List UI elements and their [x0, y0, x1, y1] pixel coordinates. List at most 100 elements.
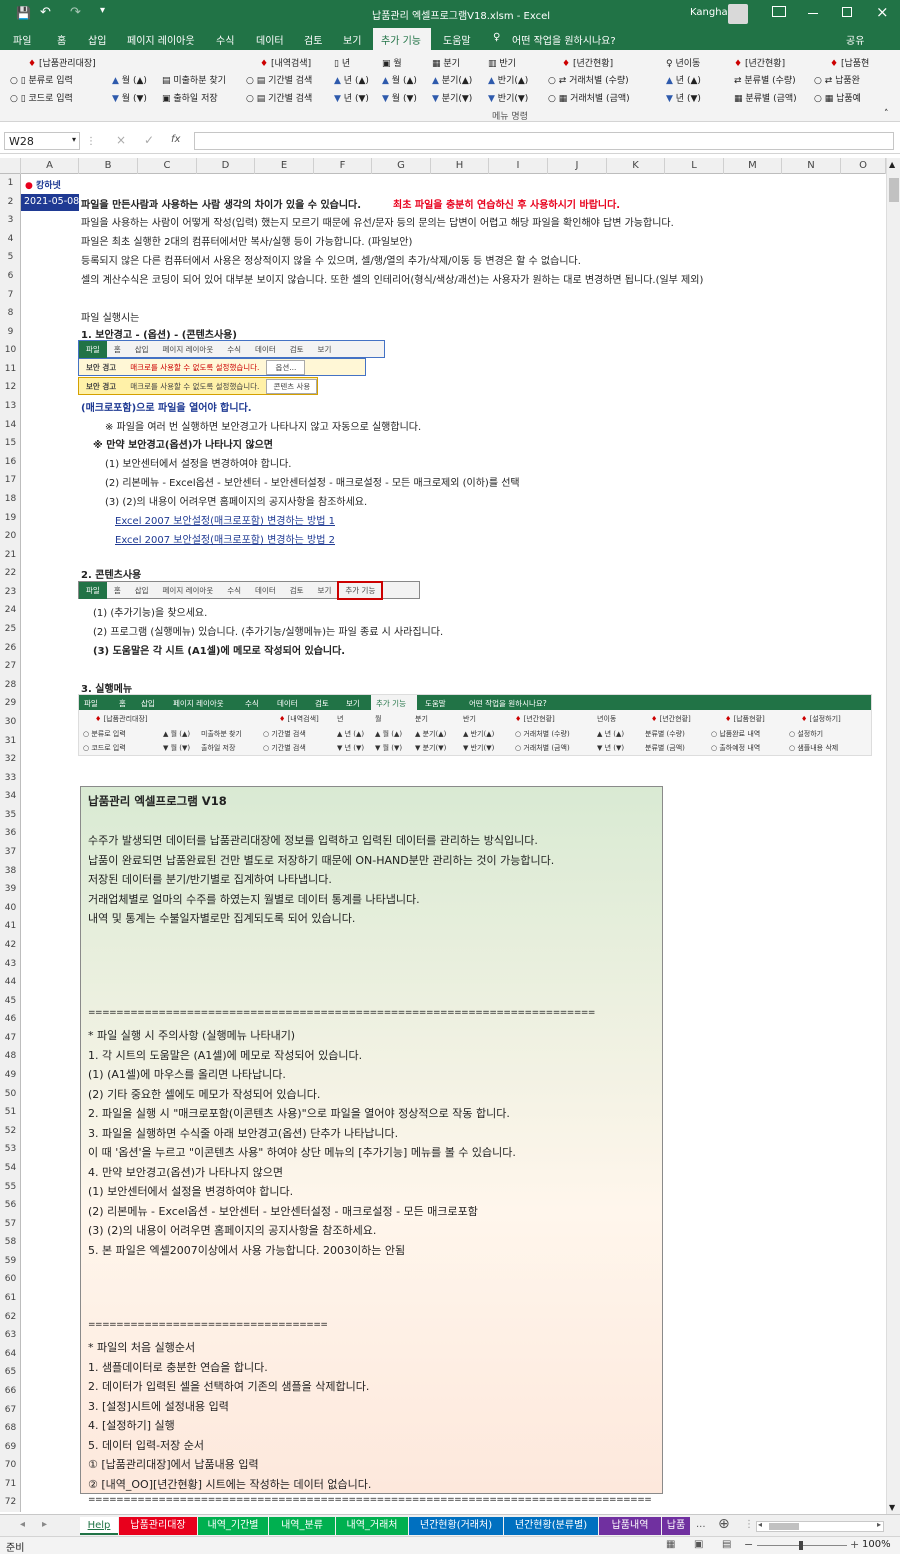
ribbon-button[interactable]: ▼ 분기(▼) — [432, 91, 472, 104]
ribbon-button[interactable]: ▼ 월 (▼) — [112, 91, 147, 104]
row-header[interactable]: 44 — [0, 973, 21, 992]
tab-view[interactable]: 보기 — [343, 32, 361, 47]
column-header[interactable]: D — [197, 158, 255, 174]
column-header[interactable]: C — [138, 158, 197, 174]
row-header[interactable]: 41 — [0, 917, 21, 936]
row-header[interactable]: 61 — [0, 1289, 21, 1308]
row-header[interactable]: 43 — [0, 955, 21, 974]
row-header[interactable]: 27 — [0, 657, 21, 676]
row-header[interactable]: 60 — [0, 1270, 21, 1289]
row-header[interactable]: 5 — [0, 248, 21, 267]
row-header[interactable]: 23 — [0, 583, 21, 602]
row-header[interactable]: 70 — [0, 1456, 21, 1475]
row-header[interactable]: 20 — [0, 527, 21, 546]
row-header[interactable]: 53 — [0, 1140, 21, 1159]
ribbon-button[interactable]: ▲ 년 (▲) — [334, 73, 369, 86]
row-header[interactable]: 22 — [0, 564, 21, 583]
row-header[interactable]: 14 — [0, 416, 21, 435]
row-header[interactable]: 67 — [0, 1401, 21, 1420]
row-header[interactable]: 21 — [0, 546, 21, 565]
row-header[interactable]: 40 — [0, 899, 21, 918]
tab-home[interactable]: 홈 — [57, 32, 66, 47]
row-header[interactable]: 45 — [0, 992, 21, 1011]
ribbon-button[interactable]: ⇄ 분류별 (수량) — [734, 73, 796, 86]
split-handle-icon[interactable]: ⋮ — [744, 1519, 754, 1530]
row-header[interactable]: 13 — [0, 397, 21, 416]
page-layout-view-icon[interactable]: ▣ — [694, 1539, 703, 1550]
column-header[interactable]: F — [314, 158, 372, 174]
row-header[interactable]: 66 — [0, 1382, 21, 1401]
ribbon-button[interactable]: ▲ 월 (▲) — [112, 73, 147, 86]
column-header[interactable]: M — [724, 158, 782, 174]
zoom-out-icon[interactable]: − — [744, 1538, 753, 1551]
tab-formulas[interactable]: 수식 — [216, 32, 234, 47]
row-header[interactable]: 31 — [0, 732, 21, 751]
tab-help[interactable]: 도움말 — [443, 32, 471, 47]
row-header[interactable]: 15 — [0, 434, 21, 453]
ribbon-button[interactable]: ○ ▤ 기간별 검색 — [246, 91, 312, 104]
row-header[interactable]: 1 — [0, 174, 21, 193]
date-cell[interactable]: 2021-05-08 — [21, 194, 79, 211]
row-header[interactable]: 51 — [0, 1103, 21, 1122]
row-header[interactable]: 35 — [0, 806, 21, 825]
row-header[interactable]: 37 — [0, 843, 21, 862]
minimize-icon[interactable] — [808, 13, 818, 14]
tab-page-layout[interactable]: 페이지 레이아웃 — [127, 32, 195, 47]
more-tabs-icon[interactable]: ... — [696, 1519, 706, 1530]
ribbon-button[interactable]: ▲ 월 (▲) — [382, 73, 417, 86]
share-button[interactable]: 공유 — [846, 32, 864, 47]
scroll-right-icon[interactable]: ▸ — [877, 1520, 881, 1529]
tab-file[interactable]: 파일 — [13, 32, 31, 47]
ribbon-button[interactable]: ▲ 년 (▲) — [666, 73, 701, 86]
column-header[interactable]: G — [372, 158, 431, 174]
help-link-2[interactable]: Excel 2007 보안설정(매크로포함) 변경하는 방법 2 — [115, 531, 335, 546]
enter-icon[interactable]: ✓ — [144, 133, 154, 147]
normal-view-icon[interactable]: ▦ — [666, 1539, 675, 1550]
column-header[interactable]: O — [841, 158, 886, 174]
row-header[interactable]: 48 — [0, 1047, 21, 1066]
horizontal-scrollbar[interactable]: ◂ ▸ — [756, 1520, 884, 1532]
row-header[interactable]: 47 — [0, 1029, 21, 1048]
sheet-tab-more[interactable]: 납품 — [662, 1517, 690, 1535]
sheet-tab-client[interactable]: 내역_거래처 — [336, 1517, 408, 1535]
row-header[interactable]: 17 — [0, 471, 21, 490]
sheet-tab-annual-category[interactable]: 년간현황(분류별) — [504, 1517, 598, 1535]
ribbon-display-icon[interactable] — [772, 6, 786, 17]
ribbon-button[interactable]: ○ ⇄ 납품완 — [814, 73, 860, 86]
column-header[interactable]: L — [665, 158, 724, 174]
row-header[interactable]: 11 — [0, 360, 21, 379]
row-header[interactable]: 65 — [0, 1363, 21, 1382]
column-header[interactable]: E — [255, 158, 314, 174]
column-header[interactable]: J — [548, 158, 607, 174]
add-sheet-icon[interactable]: ⊕ — [718, 1516, 730, 1532]
ribbon-button[interactable]: ○ ⇄ 거래처별 (수량) — [548, 73, 629, 86]
user-name[interactable]: Kangha — [690, 7, 728, 18]
row-header[interactable]: 12 — [0, 378, 21, 397]
row-header[interactable]: 7 — [0, 286, 21, 305]
page-break-view-icon[interactable]: ▤ — [722, 1539, 731, 1550]
sheet-tab-deliveries[interactable]: 납품관리대장 — [119, 1517, 197, 1535]
tab-addins[interactable]: 추가 기능 — [381, 32, 421, 47]
ribbon-button[interactable]: ▼ 년 (▼) — [666, 91, 701, 104]
row-header[interactable]: 10 — [0, 341, 21, 360]
row-header[interactable]: 34 — [0, 787, 21, 806]
qat-customize-icon[interactable]: ▾ — [100, 5, 105, 16]
row-header[interactable]: 62 — [0, 1308, 21, 1327]
row-header[interactable]: 36 — [0, 824, 21, 843]
ribbon-button[interactable]: ▦ 분류별 (금액) — [734, 91, 797, 104]
row-header[interactable]: 6 — [0, 267, 21, 286]
row-header[interactable]: 46 — [0, 1010, 21, 1029]
ribbon-button[interactable]: ▣ 출하일 저장 — [162, 91, 218, 104]
ribbon-button[interactable]: ▼ 반기(▼) — [488, 91, 528, 104]
column-header[interactable]: H — [431, 158, 489, 174]
column-header[interactable]: N — [782, 158, 841, 174]
row-header[interactable]: 16 — [0, 453, 21, 472]
column-header[interactable]: B — [79, 158, 138, 174]
row-header[interactable]: 39 — [0, 880, 21, 899]
tab-data[interactable]: 데이터 — [256, 32, 284, 47]
ribbon-button[interactable]: ▤ 미출하분 찾기 — [162, 73, 226, 86]
ribbon-button[interactable]: ○ ▯ 코드로 입력 — [10, 91, 73, 104]
tab-review[interactable]: 검토 — [304, 32, 322, 47]
prev-sheet-icon[interactable]: ◂ — [20, 1519, 25, 1530]
ribbon-button[interactable]: ▼ 월 (▼) — [382, 91, 417, 104]
